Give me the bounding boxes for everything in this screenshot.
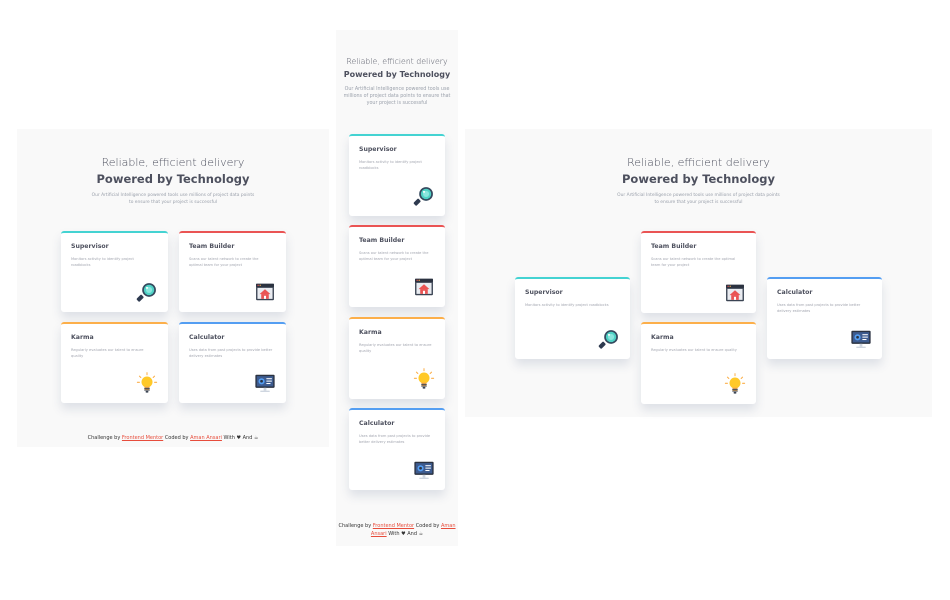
calculator-monitor-icon bbox=[850, 328, 872, 350]
card-team-builder: Team Builder Scans our talent network to… bbox=[349, 225, 445, 307]
magnifier-icon bbox=[413, 185, 435, 207]
heart-icon: ♥ bbox=[236, 435, 241, 441]
header-line1: Reliable, efficient delivery bbox=[627, 156, 770, 169]
card-description: Uses data from past projects to provide … bbox=[777, 303, 861, 313]
preview-panel-desktop-wide: Reliable, efficient delivery Powered by … bbox=[465, 129, 932, 417]
header-line2: Powered by Technology bbox=[622, 172, 775, 186]
frontend-mentor-link[interactable]: Frontend Mentor bbox=[122, 435, 163, 441]
card-title: Calculator bbox=[359, 420, 395, 427]
footer-with: With bbox=[223, 435, 235, 441]
team-builder-icon bbox=[724, 282, 746, 304]
card-description: Monitors activity to identify project ro… bbox=[71, 257, 134, 267]
card-description: Uses data from past projects to provide … bbox=[189, 348, 273, 358]
magnifier-icon bbox=[598, 328, 620, 350]
card-team-builder: Team Builder Scans our talent network to… bbox=[179, 231, 286, 312]
card-calculator: Calculator Uses data from past projects … bbox=[179, 322, 286, 403]
card-description: Monitors activity to identify project ro… bbox=[359, 160, 422, 170]
header-line1: Reliable, efficient delivery bbox=[346, 57, 448, 66]
card-title: Team Builder bbox=[359, 237, 405, 244]
header-line2: Powered by Technology bbox=[96, 172, 250, 186]
footer-prefix: Challenge by bbox=[87, 435, 121, 441]
calculator-monitor-icon bbox=[254, 372, 276, 394]
card-supervisor: Supervisor Monitors activity to identify… bbox=[61, 231, 168, 312]
footer-and: And bbox=[407, 531, 417, 537]
card-calculator: Calculator Uses data from past projects … bbox=[767, 277, 882, 359]
card-title: Team Builder bbox=[189, 243, 235, 250]
team-builder-icon bbox=[254, 281, 276, 303]
lightbulb-icon bbox=[724, 373, 746, 395]
header-description: Our Artificial Intelligence powered tool… bbox=[91, 193, 255, 205]
card-title: Karma bbox=[71, 334, 94, 341]
preview-panel-mobile: Reliable, efficient delivery Powered by … bbox=[336, 30, 458, 546]
footer-with: With bbox=[388, 531, 400, 537]
card-description: Regularly evaluates our talent to ensure… bbox=[651, 348, 737, 352]
card-supervisor: Supervisor Monitors activity to identify… bbox=[515, 277, 630, 359]
preview-panel-desktop-grid: Reliable, efficient delivery Powered by … bbox=[17, 129, 329, 447]
card-description: Uses data from past projects to provide … bbox=[359, 434, 431, 444]
calculator-monitor-icon bbox=[413, 459, 435, 481]
card-karma: Karma Regularly evaluates our talent to … bbox=[349, 317, 445, 399]
card-team-builder: Team Builder Scans our talent network to… bbox=[641, 231, 756, 313]
card-title: Calculator bbox=[189, 334, 225, 341]
coffee-icon: ☕ bbox=[253, 435, 259, 441]
footer-prefix: Challenge by bbox=[338, 523, 372, 529]
card-karma: Karma Regularly evaluates our talent to … bbox=[61, 322, 168, 403]
footer-coded: Coded by bbox=[164, 435, 189, 441]
card-title: Karma bbox=[651, 334, 674, 341]
card-description: Regularly evaluates our talent to ensure… bbox=[359, 343, 432, 353]
card-description: Scans our talent network to create the o… bbox=[359, 251, 429, 261]
heart-icon: ♥ bbox=[401, 531, 406, 537]
footer-and: And bbox=[242, 435, 253, 441]
header-line1: Reliable, efficient delivery bbox=[101, 156, 245, 169]
card-title: Calculator bbox=[777, 289, 813, 296]
footer-coded: Coded by bbox=[415, 523, 440, 529]
card-description: Scans our talent network to create the o… bbox=[189, 257, 259, 267]
card-description: Regularly evaluates our talent to ensure… bbox=[71, 348, 144, 358]
card-description: Scans our talent network to create the o… bbox=[651, 257, 736, 267]
card-title: Karma bbox=[359, 329, 382, 336]
frontend-mentor-link[interactable]: Frontend Mentor bbox=[373, 523, 414, 529]
coffee-icon: ☕ bbox=[418, 531, 424, 537]
card-title: Supervisor bbox=[525, 289, 563, 296]
footer-attribution: Challenge by Frontend Mentor Coded by Am… bbox=[336, 522, 458, 538]
card-calculator: Calculator Uses data from past projects … bbox=[349, 408, 445, 490]
card-supervisor: Supervisor Monitors activity to identify… bbox=[349, 134, 445, 216]
card-title: Supervisor bbox=[71, 243, 109, 250]
author-link[interactable]: Aman Ansari bbox=[190, 435, 222, 441]
header-description: Our Artificial Intelligence powered tool… bbox=[343, 87, 451, 107]
card-description: Monitors activity to identify project ro… bbox=[525, 303, 609, 307]
card-title: Supervisor bbox=[359, 146, 397, 153]
card-karma: Karma Regularly evaluates our talent to … bbox=[641, 322, 756, 404]
header-line2: Powered by Technology bbox=[343, 70, 451, 79]
team-builder-icon bbox=[413, 276, 435, 298]
lightbulb-icon bbox=[413, 368, 435, 390]
card-title: Team Builder bbox=[651, 243, 697, 250]
magnifier-icon bbox=[136, 281, 158, 303]
footer-attribution: Challenge by Frontend Mentor Coded by Am… bbox=[17, 435, 329, 441]
lightbulb-icon bbox=[136, 372, 158, 394]
header-description: Our Artificial Intelligence powered tool… bbox=[617, 193, 780, 205]
